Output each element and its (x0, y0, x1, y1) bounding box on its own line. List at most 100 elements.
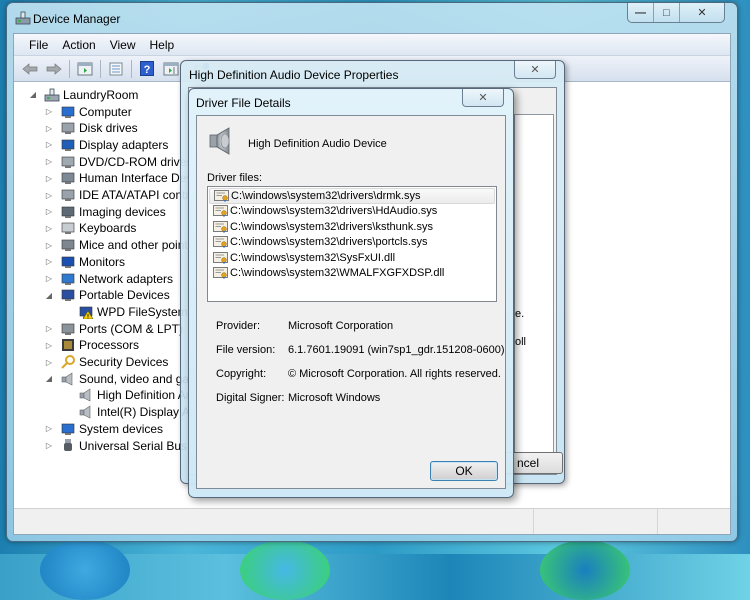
properties-close-button[interactable]: ✕ (514, 61, 556, 79)
file-version-value: 6.1.7601.19091 (win7sp1_gdr.151208-0600) (288, 344, 505, 356)
signed-file-icon (213, 236, 229, 249)
tree-item-label: Network adapters (79, 271, 174, 286)
expand-icon[interactable]: ▷ (44, 191, 54, 200)
show-hide-action-pane-button[interactable] (161, 60, 181, 78)
expand-icon[interactable]: ▷ (44, 140, 54, 149)
computer-root-icon (44, 88, 60, 101)
desktop-icon-blob (240, 540, 330, 600)
collapse-icon[interactable]: ◢ (44, 291, 54, 300)
tree-item[interactable]: ▷ Keyboards (44, 220, 136, 237)
properties-button[interactable] (106, 60, 126, 78)
back-arrow-icon (22, 62, 38, 75)
driver-files-list[interactable]: C:\windows\system32\drivers\drmk.sys C:\w… (207, 186, 497, 302)
menu-bar: File Action View Help (14, 34, 730, 56)
signed-file-icon (213, 220, 229, 233)
port-icon (61, 323, 75, 335)
tree-item[interactable]: High Definition Au (62, 387, 192, 404)
tree-item-label: Display adapters (79, 137, 169, 152)
tree-item[interactable]: ◢ Portable Devices (44, 287, 170, 304)
ok-button[interactable]: OK (430, 461, 498, 481)
driver-file-path: C:\windows\system32\drivers\drmk.sys (231, 189, 421, 202)
driver-file-item[interactable]: C:\windows\system32\SysFxUI.dll (209, 250, 495, 266)
speaker-icon (79, 405, 91, 419)
driver-file-item[interactable]: C:\windows\system32\WMALFXGFXDSP.dll (209, 266, 495, 282)
tree-item[interactable]: ▷ Monitors (44, 253, 125, 270)
title-bar[interactable]: Device Manager — □ ✕ (7, 3, 737, 33)
tree-item[interactable]: ▷ System devices (44, 420, 163, 437)
properties-icon (109, 62, 123, 75)
driver-file-item[interactable]: C:\windows\system32\drivers\ksthunk.sys (209, 219, 495, 235)
driver-close-button[interactable]: ✕ (462, 89, 504, 107)
tree-item-label: Processors (79, 338, 140, 353)
tree-item[interactable]: Intel(R) Display Au (62, 404, 196, 421)
expand-icon[interactable]: ▷ (44, 174, 54, 183)
tree-item-label: Security Devices (79, 355, 169, 369)
help-button[interactable]: ? (137, 60, 157, 78)
driver-file-item[interactable]: C:\windows\system32\drivers\HdAudio.sys (209, 204, 495, 220)
expand-icon[interactable]: ▷ (44, 441, 54, 450)
key-icon (61, 355, 75, 369)
expand-icon[interactable]: ▷ (44, 224, 54, 233)
display-adapter-icon (61, 139, 75, 151)
maximize-button[interactable]: □ (654, 3, 680, 22)
menu-view[interactable]: View (103, 38, 143, 52)
expand-icon[interactable]: ▷ (44, 107, 54, 116)
menu-file[interactable]: File (22, 38, 55, 52)
tree-item[interactable]: ▷ Security Devices (44, 354, 168, 371)
tree-item[interactable]: ▷ Ports (COM & LPT) (44, 320, 183, 337)
back-button[interactable] (20, 60, 40, 78)
tree-item[interactable]: ▷ DVD/CD-ROM drives (44, 153, 192, 170)
expand-icon[interactable]: ▷ (44, 207, 54, 216)
minimize-button[interactable]: — (628, 3, 654, 22)
expand-icon[interactable]: ▷ (44, 358, 54, 367)
tree-item[interactable]: ▷ Display adapters (44, 136, 168, 153)
device-manager-icon (15, 11, 31, 25)
collapse-icon[interactable]: ◢ (44, 374, 54, 383)
portable-device-icon (61, 289, 75, 302)
driver-file-item[interactable]: C:\windows\system32\drivers\portcls.sys (209, 235, 495, 251)
close-button[interactable]: ✕ (680, 3, 724, 22)
signed-file-icon (213, 205, 229, 218)
tree-item[interactable]: ▷ Computer (44, 103, 132, 120)
driver-file-path: C:\windows\system32\drivers\HdAudio.sys (230, 205, 438, 218)
expand-icon[interactable]: ▷ (44, 241, 54, 250)
tree-item[interactable]: ▷ Processors (44, 337, 139, 354)
tree-item[interactable]: ▷ IDE ATA/ATAPI contro (44, 187, 196, 204)
properties-text-fragment: e. (515, 308, 525, 320)
svg-text:?: ? (144, 64, 151, 76)
show-hide-console-tree-button[interactable] (75, 60, 95, 78)
tree-item-label: Portable Devices (79, 288, 170, 303)
speaker-icon (61, 372, 73, 386)
tree-root[interactable]: ◢ LaundryRoom (28, 86, 138, 103)
expand-icon[interactable]: ▷ (44, 424, 54, 433)
digital-signer-value: Microsoft Windows (288, 392, 381, 404)
tree-item[interactable]: ▷ Network adapters (44, 270, 173, 287)
expand-icon[interactable]: ▷ (44, 341, 54, 350)
status-cell (14, 509, 534, 534)
network-adapter-icon (61, 273, 75, 285)
expand-icon[interactable]: ▷ (44, 324, 54, 333)
show-hide-action-pane-icon (163, 62, 179, 75)
expand-icon[interactable]: ▷ (44, 274, 54, 283)
toolbar-separator (69, 59, 70, 78)
forward-button[interactable] (44, 60, 64, 78)
expand-icon[interactable]: ▷ (44, 157, 54, 166)
expand-icon[interactable]: ▷ (44, 257, 54, 266)
tree-item[interactable]: ▷ Disk drives (44, 120, 138, 137)
dvd-drive-icon (61, 156, 75, 168)
tree-item[interactable]: ▷ Imaging devices (44, 203, 166, 220)
collapse-icon[interactable]: ◢ (28, 90, 38, 99)
status-cell (658, 509, 730, 534)
expand-icon[interactable]: ▷ (44, 124, 54, 133)
toolbar-separator (131, 59, 132, 78)
status-cell (534, 509, 658, 534)
tree-item[interactable]: ▷ Human Interface Devic (44, 170, 201, 187)
usb-icon (64, 438, 72, 451)
tree-item[interactable]: ▷ Mice and other pointin (44, 237, 197, 254)
tree-item[interactable]: ◢ Sound, video and gam (44, 370, 199, 387)
menu-help[interactable]: Help (143, 38, 182, 52)
forward-arrow-icon (46, 62, 62, 75)
driver-file-item[interactable]: C:\windows\system32\drivers\drmk.sys (209, 188, 495, 204)
hid-icon (61, 172, 75, 185)
menu-action[interactable]: Action (55, 38, 102, 52)
